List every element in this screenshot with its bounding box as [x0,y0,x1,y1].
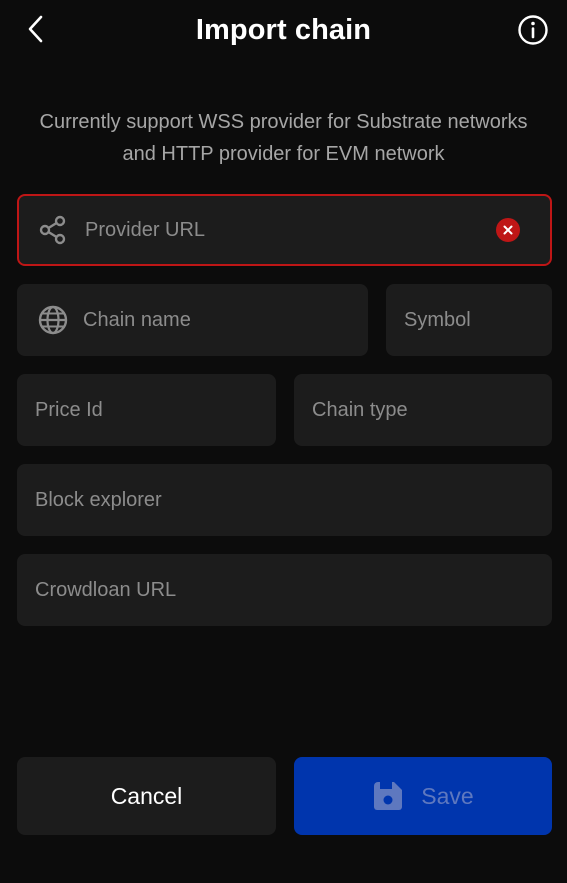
save-button[interactable]: Save [294,757,552,835]
block-explorer-input[interactable] [35,488,552,512]
price-id-input[interactable] [35,398,276,422]
provider-url-input[interactable] [85,218,496,242]
header: Import chain [0,0,567,62]
page-title: Import chain [195,14,372,46]
chain-name-input[interactable] [83,308,368,332]
chain-name-field[interactable] [17,284,368,356]
crowdloan-url-input[interactable] [35,578,552,602]
clear-x-icon[interactable] [496,218,520,242]
chain-type-input[interactable] [312,398,552,422]
provider-url-field[interactable] [17,194,552,266]
block-explorer-field[interactable] [17,464,552,536]
crowdloan-url-field[interactable] [17,554,552,626]
chain-type-field[interactable] [294,374,552,446]
import-chain-screen: Import chain Currently support WSS provi… [0,0,567,883]
description-text: Currently support WSS provider for Subst… [39,111,528,165]
symbol-field[interactable] [386,284,552,356]
info-button[interactable] [516,13,550,47]
save-button-label: Save [421,782,474,809]
info-icon [518,15,548,45]
share-icon [37,214,69,246]
floppy-disk-icon [372,780,404,812]
globe-icon [37,304,69,336]
price-id-field[interactable] [17,374,276,446]
cancel-button[interactable]: Cancel [17,757,276,835]
cancel-button-label: Cancel [110,782,183,809]
symbol-input[interactable] [404,308,552,332]
